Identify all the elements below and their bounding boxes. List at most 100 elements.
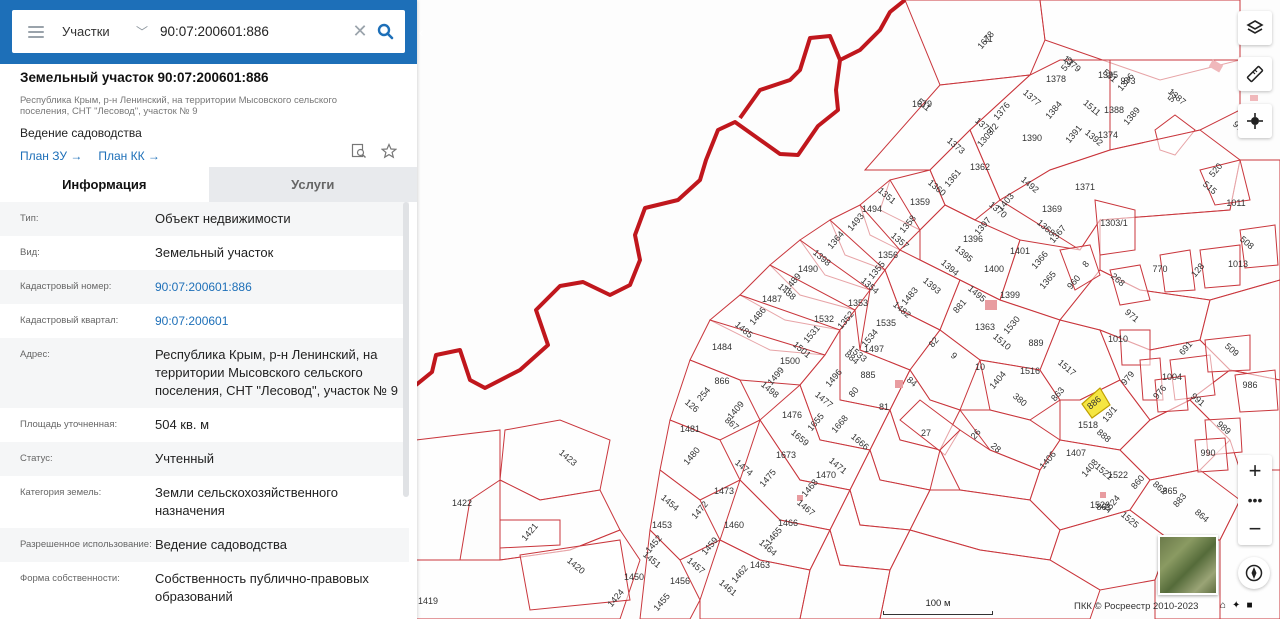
property-row: Площадь уточненная: 504 кв. м: [0, 408, 409, 442]
property-label: Кадастровый номер:: [20, 281, 112, 292]
parcel-label: 973: [1120, 76, 1135, 86]
property-label: Категория земель:: [20, 487, 102, 498]
parcel-label: 1522: [1108, 470, 1128, 480]
more-icon[interactable]: •••: [1248, 493, 1263, 507]
parcel-label: 1303/1: [1100, 218, 1128, 228]
property-value: 504 кв. м: [155, 417, 210, 432]
locate-on-map-icon[interactable]: [351, 143, 367, 164]
parcel-label: 1484: [712, 342, 732, 352]
property-row: Тип: Объект недвижимости: [0, 202, 409, 236]
property-label: Форма собственности:: [20, 573, 120, 584]
parcel-label: 1460: [724, 520, 744, 530]
parcel-label: 27: [921, 428, 931, 438]
parcel-label: 1516: [1020, 366, 1040, 376]
parcel-label: 1470: [816, 470, 836, 480]
parcel-label: 1374: [1098, 130, 1118, 140]
pin-icon[interactable]: ✦: [1232, 600, 1240, 611]
menu-icon[interactable]: [28, 25, 44, 38]
parcel-label: 866: [714, 376, 729, 386]
property-row: Адрес: Республика Крым, р-н Ленинский, на…: [0, 338, 409, 408]
property-row: Форма собственности: Собственность публич…: [0, 562, 409, 614]
compass-button[interactable]: [1238, 557, 1270, 589]
parcel-label: 10: [975, 362, 985, 372]
parcel-label: 1010: [1108, 334, 1128, 344]
bottom-icons: ⌂ ✦ ■: [1220, 600, 1252, 611]
parcel-label: 1422: [452, 498, 472, 508]
tab-services[interactable]: Услуги: [208, 167, 417, 202]
layers-icon: [1246, 20, 1264, 34]
parcel-label: 865: [1162, 486, 1177, 496]
parcel-label: 1476: [782, 410, 802, 420]
property-value: Республика Крым, р-н Ленинский, на терри…: [155, 347, 398, 398]
plan-kk-link[interactable]: План КК →: [98, 149, 160, 163]
search-type-select[interactable]: Участки: [62, 24, 134, 39]
chevron-down-icon[interactable]: ﹀: [136, 23, 156, 40]
satellite-thumbnail[interactable]: [1158, 535, 1218, 595]
zoom-out-button[interactable]: −: [1249, 517, 1262, 541]
parcel-label: 1497: [864, 344, 884, 354]
property-label: Кадастровый квартал:: [20, 315, 119, 326]
parcel-label: 1400: [984, 264, 1004, 274]
search-input[interactable]: [160, 24, 350, 39]
plan-zu-link[interactable]: План ЗУ →: [20, 149, 82, 163]
parcel-label: 1532: [814, 314, 834, 324]
property-value: Учтенный: [155, 451, 215, 466]
home-icon[interactable]: ⌂: [1220, 600, 1226, 611]
ruler-button[interactable]: [1238, 57, 1272, 91]
zoom-controls: + ••• −: [1238, 455, 1272, 545]
parcel-label: 1401: [1010, 246, 1030, 256]
parcel-label: 770: [1152, 264, 1167, 274]
parcel-label: 1011: [1226, 198, 1245, 208]
parcel-label: 1463: [750, 560, 770, 570]
parcel-label: 1396: [963, 234, 983, 244]
layers-button[interactable]: [1238, 11, 1272, 45]
parcel-label: 885: [860, 370, 875, 380]
parcel-label: 1399: [1000, 290, 1020, 300]
tab-information[interactable]: Информация: [0, 167, 209, 202]
point-button[interactable]: [1238, 104, 1272, 138]
parcel-label: 990: [1200, 448, 1215, 458]
property-value: Земельный участок: [155, 245, 274, 260]
property-value: Объект недвижимости: [155, 211, 291, 226]
favorite-star-icon[interactable]: [380, 143, 398, 164]
scrollbar[interactable]: [403, 202, 409, 497]
parcel-label: 1450: [624, 572, 644, 582]
collapse-panel-icon[interactable]: ‹: [419, 24, 424, 40]
ruler-icon: [1246, 65, 1264, 83]
fullscreen-icon[interactable]: ■: [1246, 600, 1252, 611]
parcel-label: 81: [879, 402, 889, 412]
parcel-label: 1378: [1046, 74, 1066, 84]
property-label: Адрес:: [20, 349, 50, 360]
object-title: Земельный участок 90:07:200601:886: [20, 70, 269, 85]
scale-label: 100 м: [925, 598, 951, 609]
parcel-label: 1453: [652, 520, 672, 530]
property-value[interactable]: 90:07:200601:886: [155, 278, 400, 296]
parcel-label: 1353: [848, 298, 868, 308]
parcel-label: 11: [983, 34, 992, 44]
property-value: Ведение садоводства: [155, 537, 287, 552]
parcel-label: 1490: [798, 264, 818, 274]
property-row: Вид: Земельный участок: [0, 236, 409, 270]
property-label: Вид:: [20, 247, 40, 258]
parcel-label: 1500: [780, 356, 800, 366]
search-icon[interactable]: [372, 19, 398, 45]
property-value: Земли сельскохозяйственного назначения: [155, 485, 338, 518]
parcel-label: 1456: [670, 576, 690, 586]
parcel-label: 1487: [762, 294, 782, 304]
parcel-label: 1369: [1042, 204, 1062, 214]
parcel-label: 1494: [862, 204, 882, 214]
zoom-in-button[interactable]: +: [1249, 459, 1262, 483]
parcel-label: 1013: [1228, 259, 1248, 269]
clear-icon[interactable]: ✕: [350, 21, 370, 42]
parcel-label: 1535: [876, 318, 896, 328]
parcel-label: 1359: [910, 197, 930, 207]
parcel-label: 1407: [1066, 448, 1086, 458]
property-value[interactable]: 90:07:200601: [155, 312, 400, 330]
object-use: Ведение садоводства: [20, 126, 142, 140]
parcel-label: 1419: [418, 596, 438, 606]
parcel-label: 1466: [778, 518, 798, 528]
parcel-label: 1457: [685, 555, 707, 576]
property-row: Кадастровый номер: 90:07:200601:886: [0, 270, 409, 304]
property-value: Собственность публично-правовых образова…: [155, 571, 369, 604]
property-label: Статус:: [20, 453, 53, 464]
